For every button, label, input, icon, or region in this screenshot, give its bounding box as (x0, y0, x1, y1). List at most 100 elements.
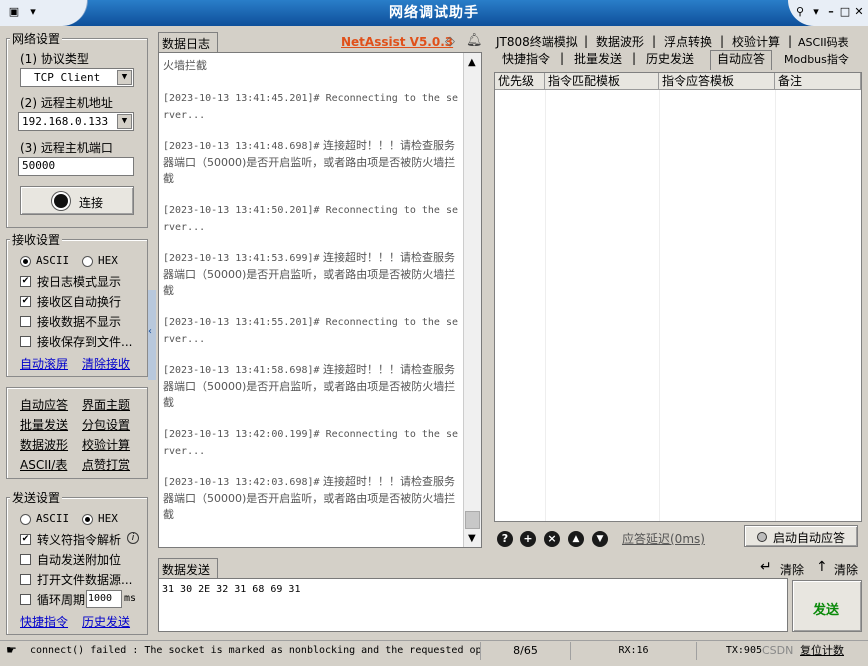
delete-icon[interactable]: × (544, 531, 560, 547)
send-ascii-label: ASCII (36, 512, 70, 525)
rx-count: RX:16 (570, 642, 696, 660)
col-priority[interactable]: 优先级 (495, 73, 545, 90)
info-icon[interactable]: i (127, 532, 139, 544)
send-button[interactable]: 发送 (792, 580, 862, 632)
protocol-value: TCP Client (34, 71, 101, 84)
collapse-handle[interactable]: ‹ (148, 290, 156, 380)
tool-link-theme[interactable]: 界面主题 (82, 396, 130, 413)
send-input[interactable]: 31 30 2E 32 31 68 69 31 (158, 578, 788, 632)
grid-line (659, 90, 660, 521)
host-select[interactable]: 192.168.0.133 ▼ (18, 112, 134, 131)
clear-history-icon[interactable]: ↵ (760, 559, 772, 575)
save-file-checkbox[interactable] (20, 336, 31, 347)
reset-count-button[interactable]: 复位计数 (800, 642, 858, 660)
host-label: (2) 远程主机地址 (20, 96, 113, 110)
tx-count: TX:905 (696, 642, 762, 660)
log-entry: [2023-10-13 13:42:03.698]# 连接超时！！！请检查服务器… (163, 475, 456, 521)
save-file-label: 接收保存到文件... (37, 335, 133, 349)
clear-receive-link[interactable]: 清除接收 (82, 355, 130, 372)
data-send-tab-label: 数据发送 (162, 563, 211, 577)
clear-button-1[interactable]: 清除 (780, 561, 804, 578)
close-icon[interactable]: ✕ (852, 3, 866, 21)
no-display-checkbox[interactable] (20, 316, 31, 327)
tab-shortcut-commands[interactable]: 快捷指令 (502, 51, 550, 68)
tab-jt808[interactable]: JT808终端模拟 (496, 34, 578, 51)
tab-auto-reply[interactable]: 自动应答 (710, 50, 772, 70)
col-reply-template[interactable]: 指令应答模板 (659, 73, 775, 90)
recv-hex-radio[interactable] (82, 256, 93, 267)
send-button-label: 发送 (813, 603, 840, 618)
move-up-icon[interactable]: ▲ (568, 531, 584, 547)
chevron-down-icon[interactable]: ▼ (117, 114, 132, 129)
log-mode-checkbox[interactable]: ✔ (20, 276, 31, 287)
chevron-down-icon[interactable]: ▼ (117, 70, 132, 85)
log-scrollbar[interactable]: ▲ ▼ (463, 53, 481, 547)
tab-data-send[interactable]: 数据发送 (158, 558, 218, 578)
scroll-down-icon[interactable]: ▼ (468, 533, 476, 544)
history-send-link[interactable]: 历史发送 (82, 613, 130, 630)
col-note[interactable]: 备注 (775, 73, 861, 90)
move-down-icon[interactable]: ▼ (592, 531, 608, 547)
auto-append-checkbox[interactable] (20, 554, 31, 565)
add-icon[interactable]: + (520, 531, 536, 547)
tool-link-ascii[interactable]: ASCII/表 (20, 456, 67, 473)
shortcut-commands-link[interactable]: 快捷指令 (20, 613, 68, 630)
pin-icon[interactable]: ⚲ (792, 3, 808, 21)
send-ascii-radio[interactable] (20, 514, 31, 525)
network-settings-title: 网络设置 (10, 30, 63, 47)
send-hex-radio[interactable] (82, 514, 93, 525)
tool-link-auto-reply[interactable]: 自动应答 (20, 396, 68, 413)
tab-history-send[interactable]: 历史发送 (646, 51, 694, 68)
pin-dropdown-icon[interactable]: ▾ (810, 3, 822, 21)
tab-data-log[interactable]: 数据日志 (158, 32, 218, 52)
tab-ascii-table[interactable]: ASCII码表 (798, 34, 849, 51)
tab-float-convert[interactable]: 浮点转换 (664, 34, 712, 51)
reply-delay-link[interactable]: 应答延迟(0ms) (622, 530, 705, 547)
recv-ascii-label: ASCII (36, 254, 70, 267)
cycle-checkbox[interactable] (20, 594, 31, 605)
tab-separator: | (720, 34, 725, 48)
auto-append-label: 自动发送附加位 (37, 553, 122, 567)
diamond-icon[interactable]: ◇ (445, 34, 455, 49)
auto-wrap-checkbox[interactable]: ✔ (20, 296, 31, 307)
scroll-thumb[interactable] (465, 511, 480, 529)
maximize-icon[interactable]: □ (838, 3, 852, 21)
tab-modbus[interactable]: Modbus指令 (784, 51, 849, 68)
connect-button[interactable]: 连接 (20, 186, 134, 215)
tab-waveform[interactable]: 数据波形 (596, 34, 644, 51)
data-log-tab-label: 数据日志 (162, 37, 211, 51)
brand-link[interactable]: NetAssist V5.0.3 (341, 35, 453, 49)
tab-checksum[interactable]: 校验计算 (732, 34, 780, 51)
collapse-left-icon[interactable]: ‹ (148, 326, 152, 337)
clear-up-icon[interactable]: ↑ (816, 559, 828, 575)
protocol-select[interactable]: TCP Client ▼ (20, 68, 134, 87)
window-controls: ⚲ ▾ – □ ✕ (788, 0, 868, 26)
tool-link-checksum[interactable]: 校验计算 (82, 436, 130, 453)
auto-scroll-link[interactable]: 自动滚屏 (20, 355, 68, 372)
tool-link-packet[interactable]: 分包设置 (82, 416, 130, 433)
bell-icon[interactable]: 🔔︎ (466, 33, 483, 48)
port-label: (3) 远程主机端口 (20, 141, 113, 155)
recv-ascii-radio[interactable] (20, 256, 31, 267)
escape-checkbox[interactable]: ✔ (20, 534, 31, 545)
no-display-label: 接收数据不显示 (37, 315, 122, 329)
help-icon[interactable]: ? (497, 531, 513, 547)
port-input[interactable]: 50000 (18, 157, 134, 176)
tool-link-waveform[interactable]: 数据波形 (20, 436, 68, 453)
tab-batch-send[interactable]: 批量发送 (574, 51, 622, 68)
auto-reply-table[interactable]: 优先级 指令匹配模板 指令应答模板 备注 (494, 72, 862, 522)
cycle-period-input[interactable]: 1000 (86, 590, 122, 608)
title-bar: ▣ ▾ 网络调试助手 ⚲ ▾ – □ ✕ (0, 0, 868, 26)
minimize-icon[interactable]: – (824, 3, 838, 21)
cycle-unit: ms (124, 593, 137, 604)
clear-button-2[interactable]: 清除 (834, 561, 858, 578)
col-match-template[interactable]: 指令匹配模板 (545, 73, 659, 90)
tool-link-batch-send[interactable]: 批量发送 (20, 416, 68, 433)
open-file-checkbox[interactable] (20, 574, 31, 585)
status-icon: ☛ (6, 643, 17, 657)
start-auto-reply-button[interactable]: 启动自动应答 (744, 525, 858, 547)
log-entry: [2023-10-13 13:41:48.698]# 连接超时！！！请检查服务器… (163, 139, 456, 185)
scroll-up-icon[interactable]: ▲ (468, 57, 476, 68)
tool-link-donate[interactable]: 点赞打赏 (82, 456, 130, 473)
receive-log-area[interactable]: 火墙拦截 [2023-10-13 13:41:45.201]# Reconnec… (158, 52, 482, 548)
